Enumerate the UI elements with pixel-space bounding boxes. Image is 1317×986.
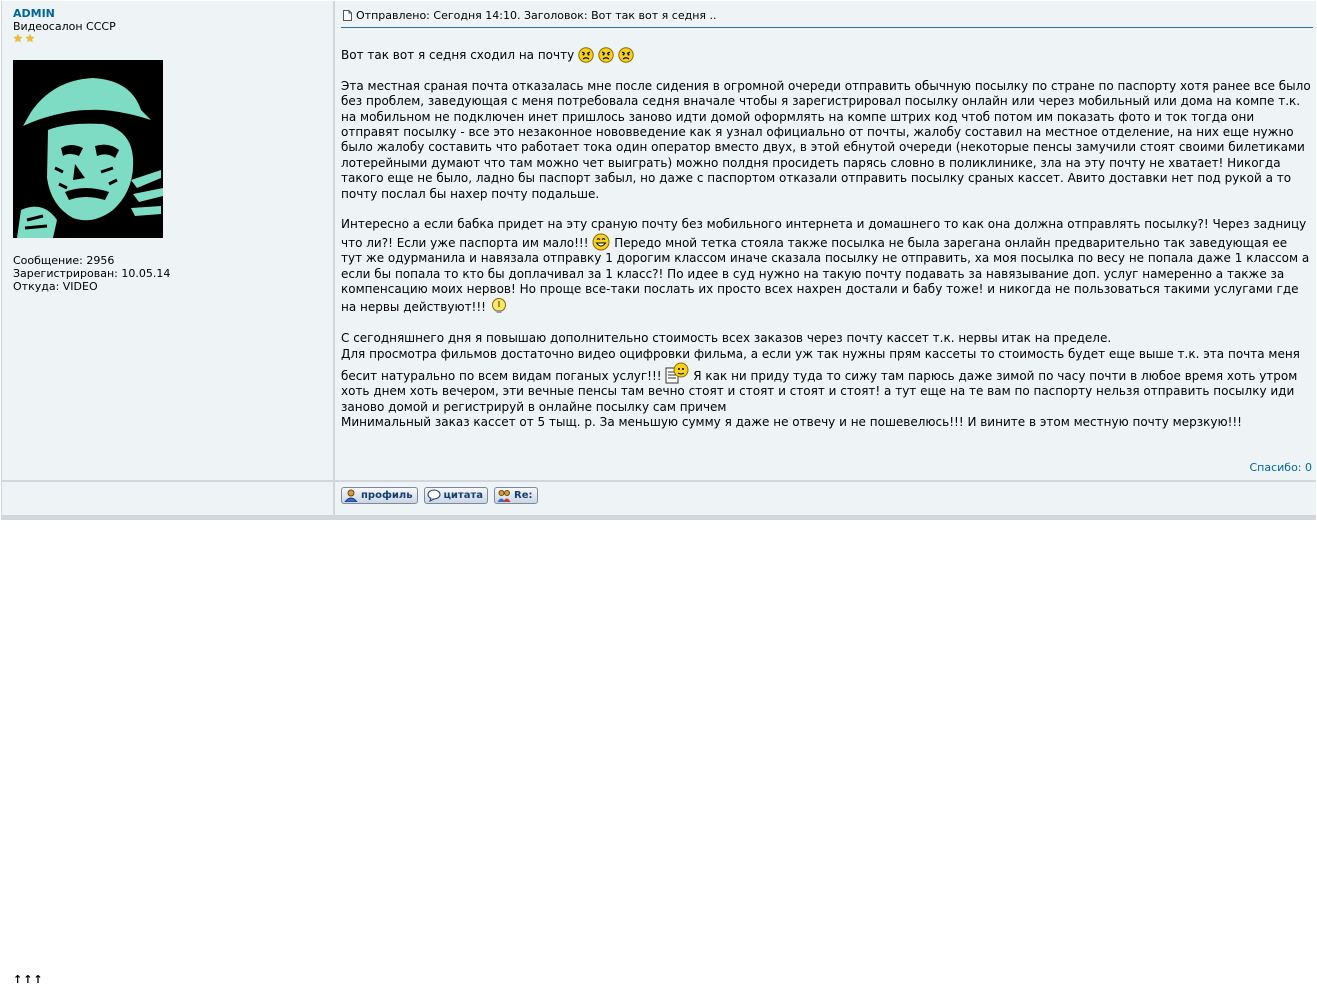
- rank-stars: ★ ★: [13, 33, 36, 44]
- author-name[interactable]: ADMIN: [13, 7, 55, 20]
- forum-post: ADMIN Видеосалон СССР ★ ★ Сообщение: 295…: [0, 0, 1317, 986]
- post-paragraph-2: Интересно а если бабка придет на эту сра…: [341, 217, 1311, 315]
- reply-button[interactable]: Re:: [494, 487, 538, 504]
- profile-icon: [344, 489, 358, 502]
- post-header: Отправлено: Сегодня 14:10. Заголовок: Во…: [341, 7, 1313, 28]
- post-text: Вот так вот я седня сходил на почту: [341, 48, 575, 62]
- post-header-text: Отправлено: Сегодня 14:10. Заголовок: Во…: [356, 9, 717, 22]
- post-footer-left: ↑↑↑: [2, 482, 333, 986]
- author-stats: Сообщение: 2956 Зарегистрирован: 10.05.1…: [13, 254, 170, 293]
- reply-users-icon: [497, 490, 511, 502]
- profile-button[interactable]: профиль: [341, 487, 418, 504]
- post-table: ADMIN Видеосалон СССР ★ ★ Сообщение: 295…: [1, 1, 1316, 986]
- idea-lightbulb-smiley-icon: [491, 298, 506, 314]
- post-icon[interactable]: [343, 10, 352, 21]
- stat-location: Откуда: VIDEO: [13, 280, 98, 293]
- back-to-top-link[interactable]: ↑↑↑: [13, 973, 44, 986]
- post-body: Вот так вот я седня сходил на почту Эта …: [341, 47, 1311, 431]
- star-icon: ★: [25, 32, 35, 45]
- post-actions: профиль цитата Re:: [341, 487, 538, 504]
- reading-smiley-icon: [665, 362, 689, 384]
- laughing-smiley-icon: [592, 233, 610, 251]
- post-text: С сегодняшнего дня я повышаю дополнитель…: [341, 331, 1112, 346]
- quote-icon: [427, 489, 441, 502]
- post-paragraph-1: Эта местная сраная почта отказалась мне …: [341, 78, 1311, 201]
- angry-smiley-icon: [617, 47, 634, 63]
- avatar-image: [13, 60, 163, 238]
- post-panel: Отправлено: Сегодня 14:10. Заголовок: Во…: [335, 1, 1316, 480]
- stat-registered: Зарегистрирован: 10.05.14: [13, 267, 171, 280]
- quote-button[interactable]: цитата: [423, 487, 489, 504]
- thanks-link[interactable]: Спасибо: 0: [1249, 461, 1312, 474]
- stat-posts: Сообщение: 2956: [13, 254, 115, 267]
- post-paragraph-3: С сегодняшнего дня я повышаю дополнитель…: [341, 331, 1311, 430]
- angry-smiley-icon: [578, 47, 594, 63]
- star-icon: ★: [13, 32, 23, 45]
- quote-button-label: цитата: [443, 490, 484, 501]
- angry-smiley-icon: [598, 47, 614, 63]
- profile-button-label: профиль: [361, 490, 413, 501]
- author-panel: ADMIN Видеосалон СССР ★ ★ Сообщение: 295…: [2, 1, 333, 480]
- post-text: Минимальный заказ кассет от 5 тыщ. р. За…: [341, 415, 1242, 430]
- post-line-1: Вот так вот я седня сходил на почту: [341, 47, 1311, 63]
- reply-button-label: Re:: [514, 490, 533, 501]
- avatar: [13, 60, 163, 238]
